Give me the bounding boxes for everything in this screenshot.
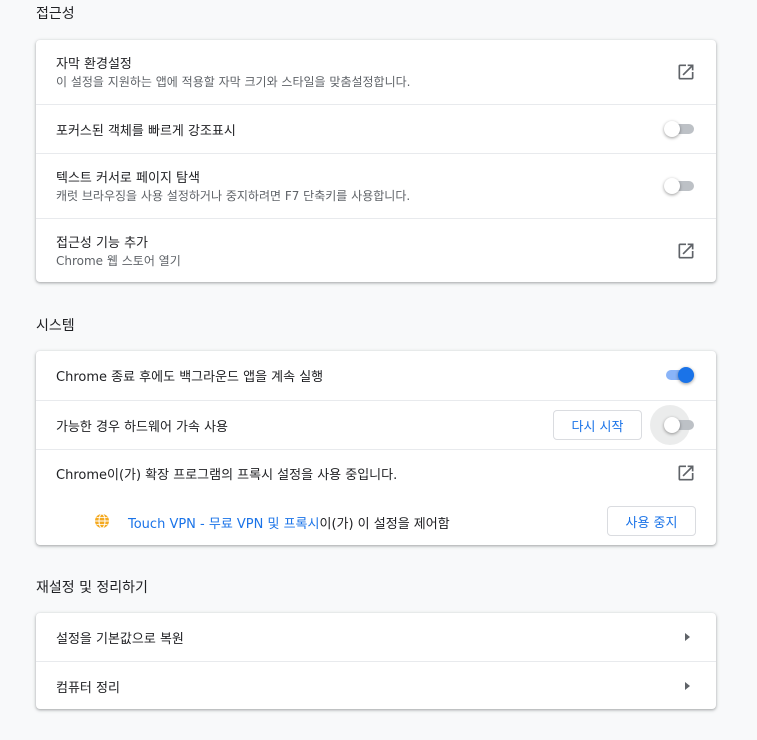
proxy-controller-text: Touch VPN - 무료 VPN 및 프록시이(가) 이 설정을 제어함 <box>128 513 450 532</box>
open-in-new-icon[interactable] <box>676 62 696 82</box>
toggle-knob <box>664 178 680 194</box>
background-apps-label: Chrome 종료 후에도 백그라운드 앱을 계속 실행 <box>56 370 324 385</box>
proxy-row: Chrome이(가) 확장 프로그램의 프록시 설정을 사용 중입니다. Tou… <box>36 449 716 545</box>
proxy-label: Chrome이(가) 확장 프로그램의 프록시 설정을 사용 중입니다. <box>56 468 398 483</box>
hardware-accel-toggle[interactable] <box>664 417 694 433</box>
captions-row[interactable]: 자막 환경설정 이 설정을 지원하는 앱에 적용할 자막 크기와 스타일을 맞춤… <box>36 40 716 104</box>
open-in-new-icon[interactable] <box>676 241 696 261</box>
background-apps-toggle[interactable] <box>664 367 694 383</box>
background-apps-row[interactable]: Chrome 종료 후에도 백그라운드 앱을 계속 실행 <box>36 351 716 400</box>
focus-highlight-toggle[interactable] <box>664 121 694 137</box>
hardware-accel-row[interactable]: 가능한 경우 하드웨어 가속 사용 다시 시작 <box>36 400 716 449</box>
caret-browsing-desc: 캐럿 브라우징을 사용 설정하거나 중지하려면 F7 단축키를 사용합니다. <box>56 189 411 203</box>
proxy-controller-suffix: 이(가) 이 설정을 제어함 <box>319 517 450 532</box>
open-in-new-icon[interactable] <box>676 463 696 483</box>
system-section-title: 시스템 <box>36 318 75 334</box>
captions-label: 자막 환경설정 <box>56 57 132 72</box>
toggle-knob <box>664 121 680 137</box>
restart-button[interactable]: 다시 시작 <box>553 410 642 440</box>
accessibility-section-title: 접근성 <box>36 6 75 22</box>
restore-defaults-label: 설정을 기본값으로 복원 <box>56 632 184 647</box>
computer-cleanup-label: 컴퓨터 정리 <box>56 681 120 696</box>
add-features-label: 접근성 기능 추가 <box>56 236 148 251</box>
reset-card: 설정을 기본값으로 복원 컴퓨터 정리 <box>36 613 716 709</box>
hardware-accel-label: 가능한 경우 하드웨어 가속 사용 <box>56 420 229 435</box>
computer-cleanup-row[interactable]: 컴퓨터 정리 <box>36 661 716 709</box>
toggle-knob <box>678 367 694 383</box>
chevron-right-icon <box>685 682 690 690</box>
caret-browsing-toggle[interactable] <box>664 178 694 194</box>
system-card: Chrome 종료 후에도 백그라운드 앱을 계속 실행 가능한 경우 하드웨어… <box>36 351 716 545</box>
add-features-desc: Chrome 웹 스토어 열기 <box>56 254 181 268</box>
captions-desc: 이 설정을 지원하는 앱에 적용할 자막 크기와 스타일을 맞춤설정합니다. <box>56 75 411 89</box>
focus-highlight-label: 포커스된 객체를 빠르게 강조표시 <box>56 124 236 139</box>
touch-vpn-extension-link[interactable]: Touch VPN - 무료 VPN 및 프록시 <box>128 517 319 532</box>
disable-extension-button[interactable]: 사용 중지 <box>607 506 696 536</box>
reset-section-title: 재설정 및 정리하기 <box>36 580 148 596</box>
accessibility-card: 자막 환경설정 이 설정을 지원하는 앱에 적용할 자막 크기와 스타일을 맞춤… <box>36 40 716 282</box>
chevron-right-icon <box>685 633 690 641</box>
add-accessibility-features-row[interactable]: 접근성 기능 추가 Chrome 웹 스토어 열기 <box>36 218 716 282</box>
caret-browsing-row[interactable]: 텍스트 커서로 페이지 탐색 캐럿 브라우징을 사용 설정하거나 중지하려면 F… <box>36 153 716 218</box>
toggle-knob <box>664 417 680 433</box>
globe-icon <box>95 513 109 529</box>
focus-highlight-row[interactable]: 포커스된 객체를 빠르게 강조표시 <box>36 104 716 153</box>
restore-defaults-row[interactable]: 설정을 기본값으로 복원 <box>36 613 716 661</box>
caret-browsing-label: 텍스트 커서로 페이지 탐색 <box>56 171 200 186</box>
